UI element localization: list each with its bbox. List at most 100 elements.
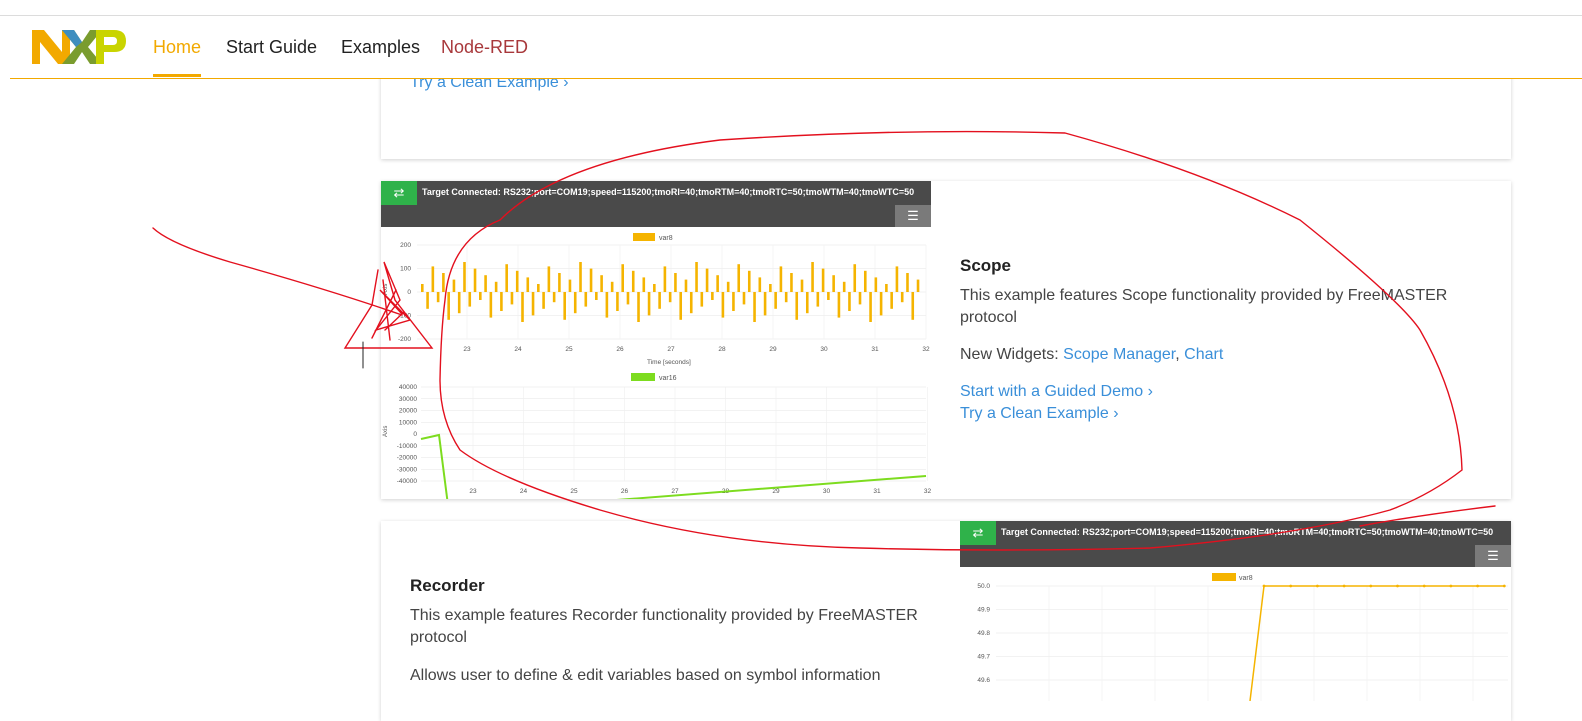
chart1-bar: [674, 273, 677, 292]
chart1-legend: var8: [659, 235, 673, 242]
chart1-bar: [600, 275, 603, 292]
chart1-bar: [468, 292, 472, 307]
recorder-preview-image[interactable]: ⇄ Target Connected: RS232;port=COM19;spe…: [960, 521, 1511, 721]
chart2-ytick: -40000: [397, 478, 418, 485]
scope-status-text: Target Connected: RS232;port=COM19;speed…: [422, 187, 915, 197]
chart1-bar: [579, 262, 582, 292]
chart1-bar: [463, 262, 466, 292]
chart1-bar: [494, 281, 498, 292]
chart1-bar: [684, 279, 688, 292]
widgets-separator: ,: [1175, 346, 1180, 363]
chart1-xtick: 27: [667, 346, 675, 353]
nxp-logo[interactable]: [32, 30, 126, 64]
chart1-bar: [521, 292, 524, 322]
chart2-grid: [421, 386, 928, 482]
chart1-ylabel: Axis: [383, 284, 389, 295]
chart1-bar: [737, 264, 741, 292]
recorder-yticks: 50.0 49.9 49.8 49.7 49.6: [977, 583, 990, 684]
chart1-ytick: 200: [400, 242, 411, 249]
chart2-xtick: 26: [621, 488, 629, 495]
chart1-bar: [447, 292, 450, 320]
chart1-bars: [421, 262, 920, 322]
recorder-line: [1249, 585, 1505, 701]
chart1-bar: [421, 284, 424, 292]
chart2-xtick: 24: [520, 488, 528, 495]
chart2-ytick: 40000: [399, 384, 417, 391]
recorder-status-text: Target Connected: RS232;port=COM19;speed…: [1001, 527, 1494, 537]
recorder-ytick: 49.7: [977, 654, 990, 661]
chart1-bar: [689, 292, 693, 314]
chart1-bar: [811, 262, 814, 292]
menu-icon[interactable]: ☰: [1475, 545, 1511, 567]
chart1-bar: [711, 292, 714, 300]
nav-examples[interactable]: Examples: [341, 37, 420, 58]
chart1-bar: [537, 284, 540, 292]
nav-start-guide[interactable]: Start Guide: [226, 37, 317, 58]
try-clean-example-link[interactable]: Try a Clean Example ›: [960, 405, 1119, 423]
recorder-ytick: 49.9: [977, 607, 990, 614]
chart1-bar: [573, 292, 577, 314]
chart1-bar: [489, 292, 493, 318]
chart1-bar: [695, 262, 698, 292]
recorder-chart: var8 50.0 49.9 49.8 49.7 49.6: [977, 573, 1508, 701]
nav-node-red[interactable]: Node-RED: [441, 37, 528, 58]
chart1-bar: [863, 270, 867, 292]
chart1-bar: [589, 268, 593, 292]
chart1-bar: [790, 273, 793, 292]
chart1-xticks: 23 24 25 26 27 28 29 30 31 32: [463, 346, 930, 353]
swap-icon[interactable]: ⇄: [960, 521, 996, 545]
chart1-bar: [457, 292, 461, 314]
chart1-bar: [568, 279, 572, 292]
chart2-legend: var16: [659, 375, 677, 382]
guided-demo-link[interactable]: Start with a Guided Demo ›: [960, 383, 1153, 401]
recorder-title: Recorder: [410, 576, 485, 595]
recorder-status-header: ⇄ Target Connected: RS232;port=COM19;spe…: [960, 521, 1511, 567]
chart2-ylabel: Axis: [383, 426, 389, 437]
chart1-legend-swatch: [633, 233, 655, 241]
nav-active-underline: [153, 74, 201, 77]
chart1-bar: [515, 270, 519, 292]
recorder-ytick: 50.0: [977, 583, 990, 590]
chart2-xtick: 30: [823, 488, 831, 495]
chart1-bar: [542, 292, 545, 309]
swap-icon[interactable]: ⇄: [381, 181, 417, 205]
chart1-bar: [916, 279, 920, 292]
chart1-bar: [679, 292, 683, 320]
chart1-xtick: 26: [616, 346, 624, 353]
chart1-bar: [742, 292, 746, 305]
chart1-bar: [431, 266, 435, 292]
chart1-ytick: 0: [407, 289, 411, 296]
chart1-bar: [832, 275, 835, 292]
recorder-ytick: 49.8: [977, 630, 990, 637]
chart1-bar: [595, 292, 598, 300]
chart1-bar: [621, 264, 624, 292]
nav-home[interactable]: Home: [153, 37, 201, 58]
chart2-ytick: -20000: [397, 455, 418, 462]
chart1-ytick: 100: [400, 266, 411, 273]
chart1-bar: [895, 266, 899, 292]
chart1-bar: [500, 292, 503, 311]
chart1-bar: [821, 268, 825, 292]
chart1-ytick: -100: [398, 313, 411, 320]
chart1-bar: [827, 292, 830, 300]
chart2-yticks: 40000 30000 20000 10000 0 -10000 -20000 -30000 -…: [397, 384, 418, 485]
scope-preview-image[interactable]: ⇄ Target Connected: RS232;port=COM19;spe…: [381, 181, 931, 499]
chart1-bar: [452, 279, 456, 292]
annotation-arrow-line: [152, 227, 403, 316]
chart1-bar: [705, 268, 709, 292]
chart1-bar: [605, 292, 609, 318]
menu-icon[interactable]: ☰: [895, 205, 931, 227]
chart1-bar: [732, 292, 735, 311]
chart1-xtick: 29: [769, 346, 777, 353]
chart-link[interactable]: Chart: [1184, 346, 1223, 363]
chart1-bar: [890, 292, 893, 309]
scope-manager-link[interactable]: Scope Manager: [1063, 346, 1175, 363]
chart2-ytick: 20000: [399, 408, 417, 415]
chart1-bar: [769, 284, 772, 292]
chart1-bar: [637, 292, 640, 322]
chart1-bar: [647, 292, 651, 316]
chart1-bar: [642, 277, 646, 292]
chart2-xtick: 29: [772, 488, 780, 495]
chart1-bar: [563, 292, 566, 320]
chart1-bar: [531, 292, 535, 316]
